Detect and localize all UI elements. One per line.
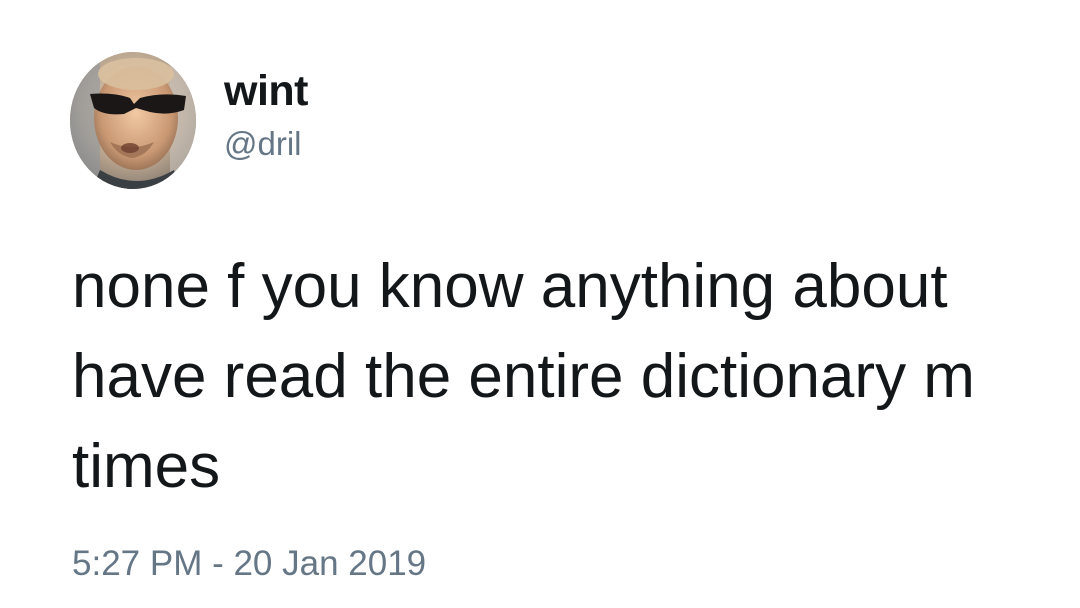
- tweet-text-line: have read the entire dictionary m: [72, 342, 975, 411]
- tweet-text-line: none f you know anything about: [72, 252, 948, 321]
- user-handle[interactable]: @dril: [224, 126, 308, 162]
- display-name[interactable]: wint: [224, 68, 308, 114]
- avatar-photo-icon: [70, 52, 196, 189]
- tweet-text-line: times: [72, 432, 221, 501]
- tweet-timestamp[interactable]: 5:27 PM - 20 Jan 2019: [72, 544, 426, 584]
- tweet-text: none f you know anything about have read…: [72, 242, 1080, 512]
- tweet-card: wint @dril none f you know anything abou…: [0, 0, 1080, 608]
- tweet-header: wint @dril: [70, 52, 308, 189]
- avatar[interactable]: [70, 52, 196, 189]
- author-names: wint @dril: [224, 52, 308, 162]
